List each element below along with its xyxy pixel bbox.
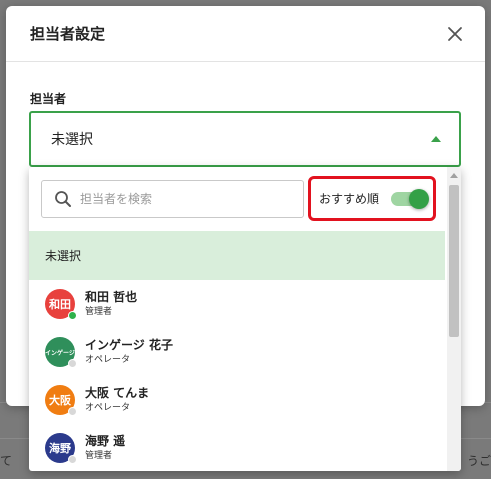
user-option[interactable]: インゲージ インゲージ 花子 オペレータ [29, 328, 445, 376]
avatar: 大阪 [45, 385, 77, 416]
user-name: 和田 哲也 [85, 290, 138, 304]
scroll-thumb[interactable] [449, 185, 459, 337]
status-online-icon [68, 311, 77, 320]
user-name: 海野 遥 [85, 434, 126, 448]
user-role: 管理者 [85, 307, 113, 317]
user-name: インゲージ 花子 [85, 338, 173, 352]
recommended-order-label: おすすめ順 [319, 192, 380, 206]
recommended-order-highlight: おすすめ順 [308, 176, 436, 221]
background-text: うご [466, 454, 491, 468]
user-name: 大阪 てんま [85, 386, 150, 400]
background-text: て [0, 454, 13, 468]
user-list: 和田 和田 哲也 管理者 インゲージ インゲージ 花子 オペレータ 大阪 大阪 … [29, 280, 445, 471]
recommended-order-toggle[interactable] [391, 189, 431, 209]
dropdown-toolbar: おすすめ順 [29, 167, 445, 231]
assignee-dropdown: おすすめ順 未選択 和田 和田 哲也 管理者 インゲージ イン [29, 167, 461, 471]
user-info: 海野 遥 管理者 [85, 433, 125, 463]
scroll-up-icon[interactable] [450, 173, 458, 178]
option-unselected[interactable]: 未選択 [29, 231, 445, 280]
user-info: 和田 哲也 管理者 [85, 289, 137, 319]
user-option[interactable]: 大阪 大阪 てんま オペレータ [29, 376, 445, 424]
status-offline-icon [68, 359, 77, 368]
status-offline-icon [68, 455, 77, 464]
assignee-search-input[interactable] [80, 192, 280, 206]
search-icon [55, 191, 71, 207]
toggle-knob [409, 189, 429, 209]
user-option[interactable]: 和田 和田 哲也 管理者 [29, 280, 445, 328]
status-offline-icon [68, 407, 77, 416]
assignee-field-label: 担当者 [30, 92, 67, 106]
avatar: 和田 [45, 289, 77, 320]
assignee-search-field[interactable] [41, 180, 304, 218]
close-icon [448, 26, 462, 41]
user-info: 大阪 てんま オペレータ [85, 385, 149, 415]
assignee-select[interactable]: 未選択 [29, 111, 461, 167]
avatar: 海野 [45, 433, 77, 464]
user-info: インゲージ 花子 オペレータ [85, 337, 173, 367]
assignee-select-value: 未選択 [51, 132, 93, 148]
avatar: インゲージ [45, 337, 77, 368]
modal-header: 担当者設定 [6, 6, 485, 62]
modal-title: 担当者設定 [30, 25, 106, 43]
user-option[interactable]: 海野 海野 遥 管理者 [29, 424, 445, 471]
close-button[interactable] [443, 22, 467, 46]
dropdown-scrollbar[interactable] [447, 167, 461, 471]
user-role: 管理者 [85, 451, 113, 461]
chevron-up-icon [431, 136, 441, 142]
user-role: オペレータ [85, 355, 131, 365]
user-role: オペレータ [85, 403, 131, 413]
